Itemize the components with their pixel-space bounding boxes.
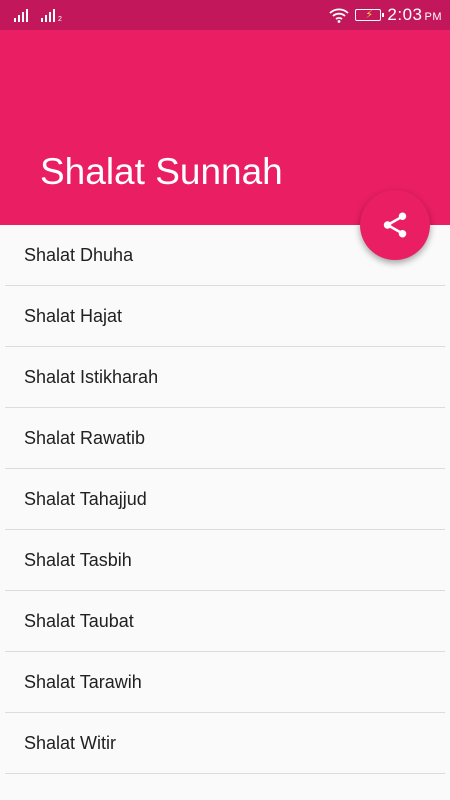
list-item-shalat-tarawih[interactable]: Shalat Tarawih <box>0 652 450 713</box>
prayer-list: Shalat Dhuha Shalat Hajat Shalat Istikha… <box>0 225 450 774</box>
list-item-shalat-tahajjud[interactable]: Shalat Tahajjud <box>0 469 450 530</box>
status-bar: 2 ⚡ 2:03 PM <box>0 0 450 30</box>
list-item-label: Shalat Tarawih <box>24 672 142 692</box>
list-item-label: Shalat Witir <box>24 733 117 753</box>
list-item-shalat-tasbih[interactable]: Shalat Tasbih <box>0 530 450 591</box>
list-item-label: Shalat Istikharah <box>24 367 159 387</box>
wifi-icon <box>329 8 350 23</box>
page-title: Shalat Sunnah <box>40 151 283 192</box>
list-item-shalat-hajat[interactable]: Shalat Hajat <box>0 286 450 347</box>
battery-charging-icon: ⚡ <box>355 9 385 21</box>
list-item-shalat-witir[interactable]: Shalat Witir <box>0 713 450 774</box>
signal-bars-icon <box>41 8 55 22</box>
signal-bars-icon <box>14 8 28 22</box>
list-item-label: Shalat Taubat <box>24 611 134 631</box>
sim2-label: 2 <box>58 16 62 23</box>
list-item-label: Shalat Dhuha <box>24 245 134 265</box>
share-button[interactable] <box>360 190 430 260</box>
list-item-shalat-istikharah[interactable]: Shalat Istikharah <box>0 347 450 408</box>
share-icon <box>383 212 407 238</box>
status-time: 2:03 PM <box>387 5 442 24</box>
list-item-label: Shalat Tahajjud <box>24 489 147 509</box>
list-item-shalat-rawatib[interactable]: Shalat Rawatib <box>0 408 450 469</box>
list-item-label: Shalat Tasbih <box>24 550 132 570</box>
list-item-shalat-taubat[interactable]: Shalat Taubat <box>0 591 450 652</box>
list-item-label: Shalat Hajat <box>24 306 123 326</box>
list-item-label: Shalat Rawatib <box>24 428 146 448</box>
